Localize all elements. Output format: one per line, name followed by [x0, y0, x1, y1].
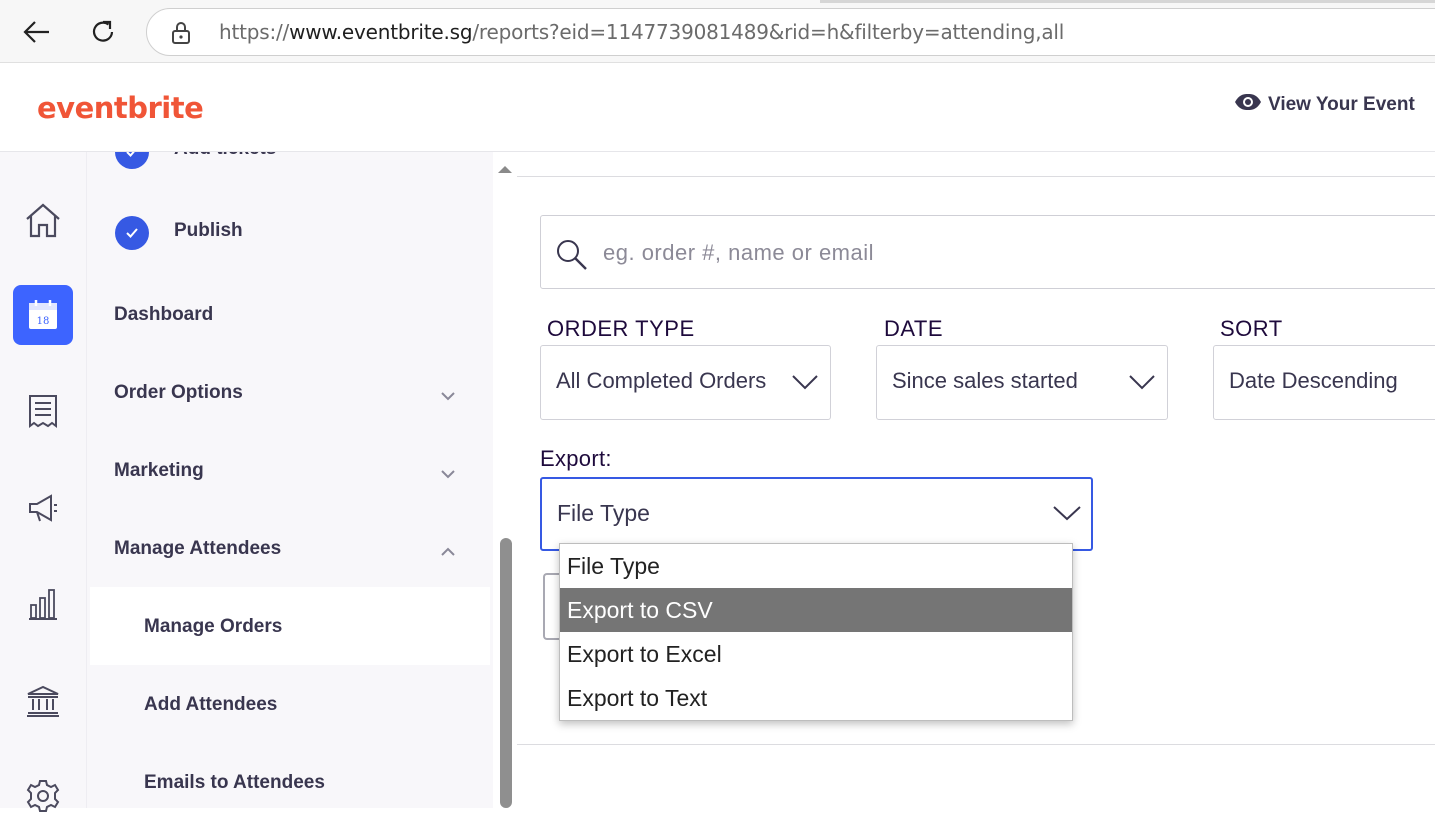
eye-icon	[1234, 93, 1262, 117]
export-label: Export:	[540, 446, 612, 471]
option-export-to-csv[interactable]: Export to CSV	[560, 588, 1072, 632]
sidebar-item-marketing[interactable]: Marketing	[114, 460, 204, 482]
sort-value: Date Descending	[1229, 368, 1398, 393]
megaphone-icon[interactable]	[13, 478, 73, 538]
tab-strip-edge	[820, 0, 1435, 3]
sidebar-item-manage-orders[interactable]: Manage Orders	[144, 616, 282, 638]
sidebar-item-manage-attendees[interactable]: Manage Attendees	[114, 538, 281, 560]
chevron-up-icon[interactable]	[440, 544, 456, 562]
order-type-select[interactable]: All Completed Orders	[540, 345, 831, 420]
chevron-down-icon[interactable]	[440, 388, 456, 406]
back-arrow-icon[interactable]	[17, 12, 57, 52]
sidebar-item-order-options[interactable]: Order Options	[114, 382, 243, 404]
url-text: https://www.eventbrite.sg/reports?eid=11…	[219, 20, 1065, 44]
option-export-to-excel[interactable]: Export to Excel	[560, 632, 1072, 676]
lock-icon[interactable]	[171, 21, 191, 50]
address-bar[interactable]: https://www.eventbrite.sg/reports?eid=11…	[146, 8, 1435, 56]
search-input[interactable]	[601, 234, 1405, 272]
browser-toolbar: https://www.eventbrite.sg/reports?eid=11…	[0, 0, 1435, 62]
content-divider-bottom	[517, 744, 1435, 745]
gear-icon[interactable]	[13, 766, 73, 826]
bank-icon[interactable]	[13, 671, 73, 731]
export-options-dropdown: File Type Export to CSV Export to Excel …	[559, 543, 1073, 721]
scroll-up-arrow-icon[interactable]	[498, 166, 512, 173]
scrollbar-thumb[interactable]	[500, 538, 512, 808]
chevron-down-icon	[1129, 374, 1155, 395]
order-search-box[interactable]	[540, 215, 1435, 289]
calendar-day: 18	[37, 316, 50, 327]
check-circle-icon	[115, 152, 149, 169]
view-your-event-link[interactable]: View Your Event	[1234, 93, 1415, 117]
chevron-down-icon	[1053, 505, 1081, 526]
view-your-event-label: View Your Event	[1268, 94, 1415, 115]
sidebar-item-add-attendees[interactable]: Add Attendees	[144, 694, 277, 716]
sidebar-menu: Add tickets Publish Dashboard Order Opti…	[87, 152, 493, 808]
chevron-down-icon[interactable]	[440, 466, 456, 484]
receipt-icon[interactable]	[13, 381, 73, 441]
sidebar-item-dashboard[interactable]: Dashboard	[114, 304, 213, 326]
chevron-down-icon	[792, 374, 818, 395]
check-circle-icon	[115, 216, 149, 250]
sort-select[interactable]: Date Descending	[1213, 345, 1435, 420]
app-header: eventbrite View Your Event	[0, 63, 1435, 152]
option-export-to-text[interactable]: Export to Text	[560, 676, 1072, 720]
content-divider-top	[517, 176, 1435, 177]
reload-icon[interactable]	[83, 12, 123, 52]
home-icon[interactable]	[13, 190, 73, 250]
calendar-icon[interactable]: 18	[13, 285, 73, 345]
eventbrite-logo[interactable]: eventbrite	[37, 91, 204, 125]
order-type-value: All Completed Orders	[556, 368, 767, 393]
date-label: DATE	[884, 316, 944, 341]
option-file-type[interactable]: File Type	[560, 544, 1072, 588]
sidebar-item-publish[interactable]: Publish	[174, 220, 243, 242]
order-type-label: ORDER TYPE	[547, 316, 695, 341]
sort-label: SORT	[1220, 316, 1283, 341]
icon-rail: 18	[0, 152, 87, 812]
date-select[interactable]: Since sales started	[876, 345, 1168, 420]
search-icon	[555, 238, 589, 277]
date-value: Since sales started	[892, 368, 1078, 393]
export-select-value: File Type	[557, 500, 650, 526]
sidebar-item-add-tickets[interactable]: Add tickets	[174, 152, 276, 160]
bar-chart-icon[interactable]	[13, 574, 73, 634]
sidebar-item-emails-to-attendees[interactable]: Emails to Attendees	[144, 772, 325, 794]
export-file-type-select[interactable]: File Type	[540, 477, 1093, 551]
